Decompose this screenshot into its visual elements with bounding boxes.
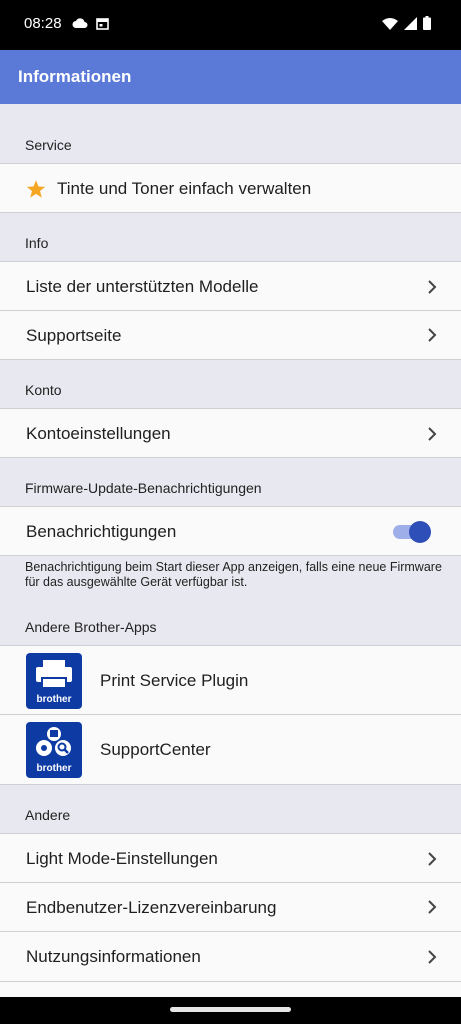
app-item-label: SupportCenter (100, 740, 211, 759)
firmware-toggle-label: Benachrichtigungen (26, 522, 177, 541)
andere-item-eula[interactable]: Endbenutzer-Lizenzvereinbarung (0, 883, 461, 932)
andere-item-label: Light Mode-Einstellungen (26, 849, 218, 868)
brother-logo-label: brother (36, 694, 72, 705)
andere-item-light-mode[interactable]: Light Mode-Einstellungen (0, 833, 461, 883)
andere-item-label: Nutzungsinformationen (26, 947, 201, 966)
section-header-andere: Andere (25, 807, 71, 823)
calendar-icon (96, 18, 109, 30)
section-header-apps: Andere Brother-Apps (25, 619, 157, 635)
chevron-right-icon (428, 900, 437, 914)
info-item-support-page[interactable]: Supportseite (0, 311, 461, 360)
support-center-icon (36, 727, 71, 756)
section-header-info: Info (25, 235, 49, 251)
wifi-icon (382, 17, 398, 30)
star-icon (26, 180, 46, 198)
section-header-service: Service (25, 137, 72, 153)
konto-item-account-settings[interactable]: Kontoeinstellungen (0, 408, 461, 458)
status-bar: 08:28 (0, 0, 461, 50)
app-bar: Informationen (0, 50, 461, 104)
chevron-right-icon (428, 328, 437, 342)
andere-item-usage-info[interactable]: Nutzungsinformationen (0, 932, 461, 982)
brother-logo-label: brother (36, 763, 72, 774)
service-item-label: Tinte und Toner einfach verwalten (57, 179, 312, 198)
status-time: 08:28 (24, 15, 62, 32)
service-item-ink-toner[interactable]: Tinte und Toner einfach verwalten (0, 163, 461, 213)
chevron-right-icon (428, 950, 437, 964)
chevron-right-icon (428, 280, 437, 294)
notifications-toggle[interactable] (409, 521, 431, 543)
signal-icon (404, 16, 417, 30)
andere-item-partial[interactable] (0, 982, 461, 997)
info-item-label: Supportseite (26, 326, 122, 345)
info-item-label: Liste der unterstützten Modelle (26, 277, 259, 296)
supportcenter-app-icon: brother (26, 722, 82, 778)
app-item-label: Print Service Plugin (100, 671, 249, 690)
app-item-print-service-plugin[interactable]: brother Print Service Plugin (0, 645, 461, 715)
andere-item-label: Endbenutzer-Lizenzvereinbarung (26, 898, 277, 917)
home-gesture-handle[interactable] (170, 1007, 291, 1012)
navigation-bar (0, 997, 461, 1024)
settings-list: Service Tinte und Toner einfach verwalte… (0, 104, 461, 997)
print-service-plugin-app-icon: brother (26, 653, 82, 709)
chevron-right-icon (428, 852, 437, 866)
section-header-konto: Konto (25, 382, 62, 398)
konto-item-label: Kontoeinstellungen (26, 424, 171, 443)
battery-icon (423, 16, 431, 30)
printer-icon (36, 660, 72, 689)
cloud-icon (72, 18, 88, 28)
firmware-notifications-row[interactable]: Benachrichtigungen (0, 506, 461, 556)
app-item-supportcenter[interactable]: brother SupportCenter (0, 715, 461, 785)
page-title: Informationen (18, 67, 132, 86)
section-header-firmware: Firmware-Update-Benachrichtigungen (25, 480, 262, 496)
info-item-supported-models[interactable]: Liste der unterstützten Modelle (0, 261, 461, 311)
firmware-hint-text: Benachrichtigung beim Start dieser App a… (25, 560, 442, 589)
chevron-right-icon (428, 427, 437, 441)
